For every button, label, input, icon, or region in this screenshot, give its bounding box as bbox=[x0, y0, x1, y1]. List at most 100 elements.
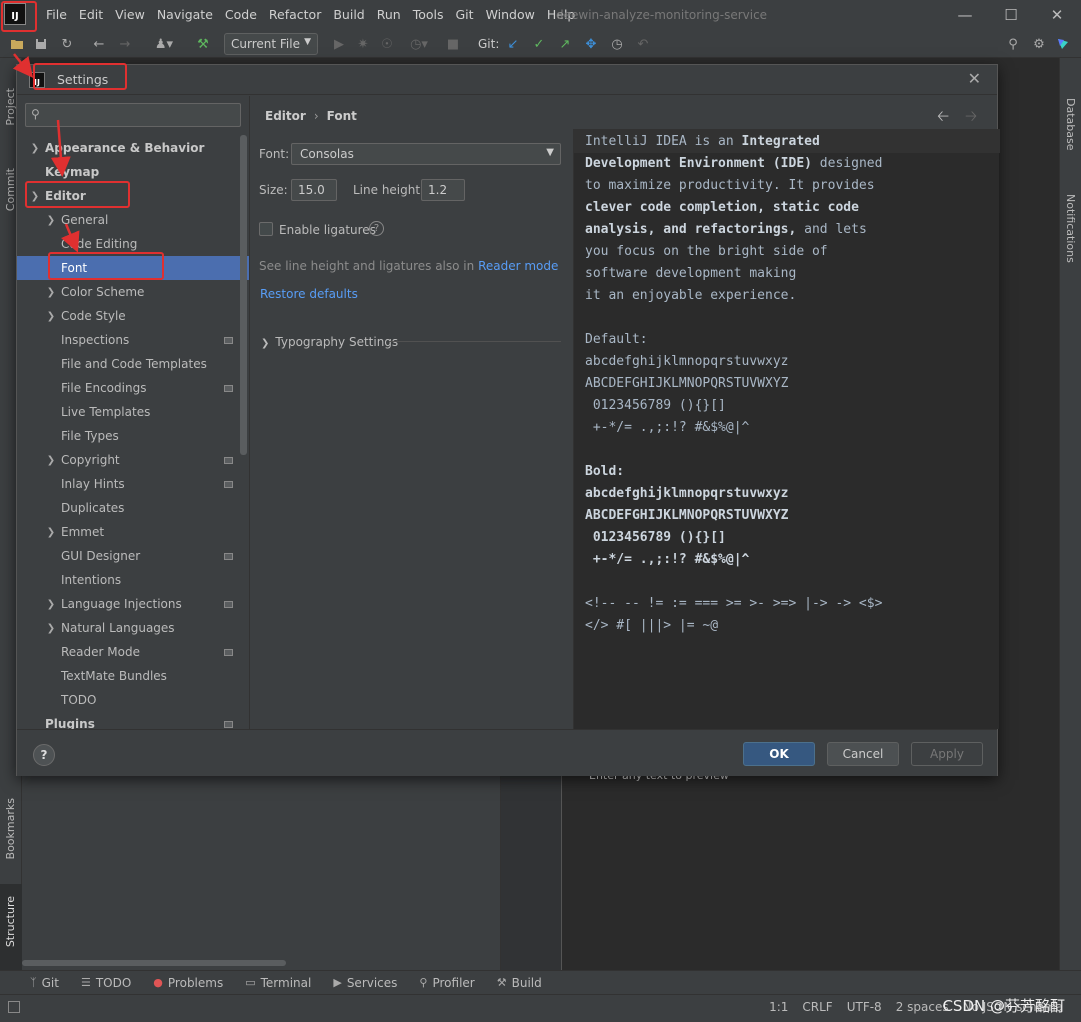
panel-divider[interactable] bbox=[249, 96, 250, 729]
ligatures-label[interactable]: Enable ligatures bbox=[279, 223, 376, 237]
preview-line: clever code completion, static code bbox=[585, 200, 859, 215]
debug-icon[interactable]: ✷ bbox=[354, 35, 372, 53]
history-icon[interactable]: ◷ bbox=[608, 35, 626, 53]
gear-icon[interactable]: ⚙ bbox=[1030, 35, 1048, 53]
font-size-input[interactable]: 15.0 bbox=[291, 179, 337, 201]
database-tab[interactable]: Database bbox=[1064, 98, 1077, 151]
menu-window[interactable]: Window bbox=[486, 7, 541, 22]
tree-item-file-code-templates[interactable]: File and Code Templates bbox=[17, 352, 249, 376]
search-everywhere-icon[interactable]: ⚲ bbox=[1004, 35, 1022, 53]
menu-run[interactable]: Run bbox=[377, 7, 407, 22]
jetbrains-logo-icon[interactable] bbox=[1054, 35, 1072, 53]
reader-mode-link[interactable]: Reader mode bbox=[478, 259, 558, 273]
run-icon[interactable]: ▶ bbox=[330, 35, 348, 53]
menu-refactor[interactable]: Refactor bbox=[269, 7, 327, 22]
forward-arrow-icon[interactable]: 🡢 bbox=[965, 106, 977, 131]
editor-area[interactable] bbox=[563, 776, 1059, 970]
preview-line: <!-- -- != := === >= >- >=> |-> -> <$> bbox=[585, 596, 883, 611]
line-separator[interactable]: CRLF bbox=[802, 1000, 832, 1014]
indent-setting[interactable]: 2 spaces bbox=[896, 1000, 949, 1014]
close-icon[interactable]: ✕ bbox=[968, 69, 981, 88]
tree-item-intentions[interactable]: Intentions bbox=[17, 568, 249, 592]
ligatures-checkbox[interactable] bbox=[259, 222, 273, 236]
restore-defaults-link[interactable]: Restore defaults bbox=[260, 287, 358, 301]
minimize-button[interactable]: — bbox=[942, 0, 988, 30]
profiler-tool-window[interactable]: ⚲ Profiler bbox=[419, 976, 474, 990]
tree-item-inlay-hints[interactable]: Inlay Hints bbox=[17, 472, 249, 496]
hammer-icon: ⚒ bbox=[496, 976, 507, 989]
reader-mode-hint: See line height and ligatures also in Re… bbox=[259, 259, 559, 273]
menu-code[interactable]: Code bbox=[225, 7, 263, 22]
tree-item-reader-mode[interactable]: Reader Mode bbox=[17, 640, 249, 664]
tree-item-language-injections[interactable]: ❯ Language Injections bbox=[17, 592, 249, 616]
preview-text[interactable]: IntelliJ IDEA is an Integrated Developmen… bbox=[585, 131, 882, 637]
git-fetch-icon[interactable]: ✥ bbox=[582, 35, 600, 53]
tree-item-duplicates[interactable]: Duplicates bbox=[17, 496, 249, 520]
caret-position[interactable]: 1:1 bbox=[769, 1000, 788, 1014]
horizontal-scrollbar[interactable] bbox=[22, 960, 286, 966]
bookmarks-tab[interactable]: Bookmarks bbox=[4, 798, 17, 859]
git-push-icon[interactable]: ↗ bbox=[556, 35, 574, 53]
close-window-button[interactable]: ✕ bbox=[1034, 0, 1080, 30]
layout-toggle-icon[interactable] bbox=[8, 1001, 20, 1013]
tree-item-inspections[interactable]: Inspections bbox=[17, 328, 249, 352]
size-label: Size: bbox=[259, 183, 288, 197]
preview-line bbox=[585, 571, 882, 593]
git-commit-icon[interactable]: ✓ bbox=[530, 35, 548, 53]
todo-tool-window[interactable]: ☰ TODO bbox=[81, 976, 131, 990]
preview-line bbox=[585, 439, 882, 461]
terminal-icon: ▭ bbox=[245, 976, 256, 989]
tree-item-code-style[interactable]: ❯ Code Style bbox=[17, 304, 249, 328]
tree-item-copyright[interactable]: ❯ Copyright bbox=[17, 448, 249, 472]
structure-tab[interactable]: Structure bbox=[4, 896, 17, 947]
apply-button[interactable]: Apply bbox=[911, 742, 983, 766]
maximize-button[interactable]: ☐ bbox=[988, 0, 1034, 30]
back-arrow-icon[interactable]: 🡠 bbox=[937, 106, 949, 131]
preview-line: ABCDEFGHIJKLMNOPQRSTUVWXYZ bbox=[585, 508, 789, 523]
preview-line: </> #[ |||> |= ~@ bbox=[585, 618, 719, 633]
profile-icon[interactable]: ◷▾ bbox=[404, 35, 434, 53]
git-tool-window[interactable]: ᛉ Git bbox=[30, 976, 59, 990]
terminal-tool-window[interactable]: ▭ Terminal bbox=[245, 976, 311, 990]
git-update-icon[interactable]: ↙ bbox=[504, 35, 522, 53]
preview-line: +-*/= .,;:!? #&$%@|^ bbox=[585, 420, 750, 435]
separator bbox=[389, 341, 561, 342]
tree-item-natural-languages[interactable]: ❯ Natural Languages bbox=[17, 616, 249, 640]
notifications-tab[interactable]: Notifications bbox=[1064, 194, 1077, 263]
tree-item-plugins[interactable]: Plugins bbox=[17, 712, 249, 729]
preview-line: software development making bbox=[585, 266, 797, 281]
font-select[interactable]: Consolas ▼ bbox=[291, 143, 561, 165]
menu-build[interactable]: Build bbox=[333, 7, 370, 22]
tree-item-live-templates[interactable]: Live Templates bbox=[17, 400, 249, 424]
rollback-icon[interactable]: ↶ bbox=[634, 35, 652, 53]
preview-line: you focus on the bright side of bbox=[585, 244, 828, 259]
tree-item-textmate-bundles[interactable]: TextMate Bundles bbox=[17, 664, 249, 688]
help-icon[interactable]: ? bbox=[369, 221, 384, 236]
breadcrumb-parent[interactable]: Editor bbox=[265, 109, 306, 123]
tree-item-gui-designer[interactable]: GUI Designer bbox=[17, 544, 249, 568]
stop-icon[interactable]: ■ bbox=[444, 35, 462, 53]
tree-item-emmet[interactable]: ❯ Emmet bbox=[17, 520, 249, 544]
tree-item-file-types[interactable]: File Types bbox=[17, 424, 249, 448]
preview-line: Default: bbox=[585, 332, 648, 347]
project-scope-icon bbox=[224, 720, 233, 728]
help-button[interactable]: ? bbox=[33, 744, 55, 766]
file-encoding[interactable]: UTF-8 bbox=[847, 1000, 882, 1014]
tree-scrollbar[interactable] bbox=[240, 135, 247, 455]
git-branch-icon: ᛉ bbox=[30, 976, 37, 989]
build-tool-window[interactable]: ⚒ Build bbox=[497, 976, 542, 990]
ok-button[interactable]: OK bbox=[743, 742, 815, 766]
run-config-select[interactable]: Current File ▼ bbox=[224, 33, 318, 55]
line-height-input[interactable]: 1.2 bbox=[421, 179, 465, 201]
menu-tools[interactable]: Tools bbox=[413, 7, 450, 22]
cancel-button[interactable]: Cancel bbox=[827, 742, 899, 766]
tree-item-todo[interactable]: TODO bbox=[17, 688, 249, 712]
font-preview-editor[interactable]: IntelliJ IDEA is an Integrated Developmen… bbox=[573, 129, 1000, 782]
right-tool-strip: Database Notifications bbox=[1059, 58, 1081, 970]
tree-item-file-encodings[interactable]: File Encodings bbox=[17, 376, 249, 400]
coverage-icon[interactable]: ☉ bbox=[378, 35, 396, 53]
problems-tool-window[interactable]: ● Problems bbox=[153, 976, 223, 990]
services-tool-window[interactable]: ▶ Services bbox=[333, 976, 397, 990]
typography-settings-toggle[interactable]: ❯ Typography Settings bbox=[261, 335, 398, 349]
menu-git[interactable]: Git bbox=[456, 7, 480, 22]
